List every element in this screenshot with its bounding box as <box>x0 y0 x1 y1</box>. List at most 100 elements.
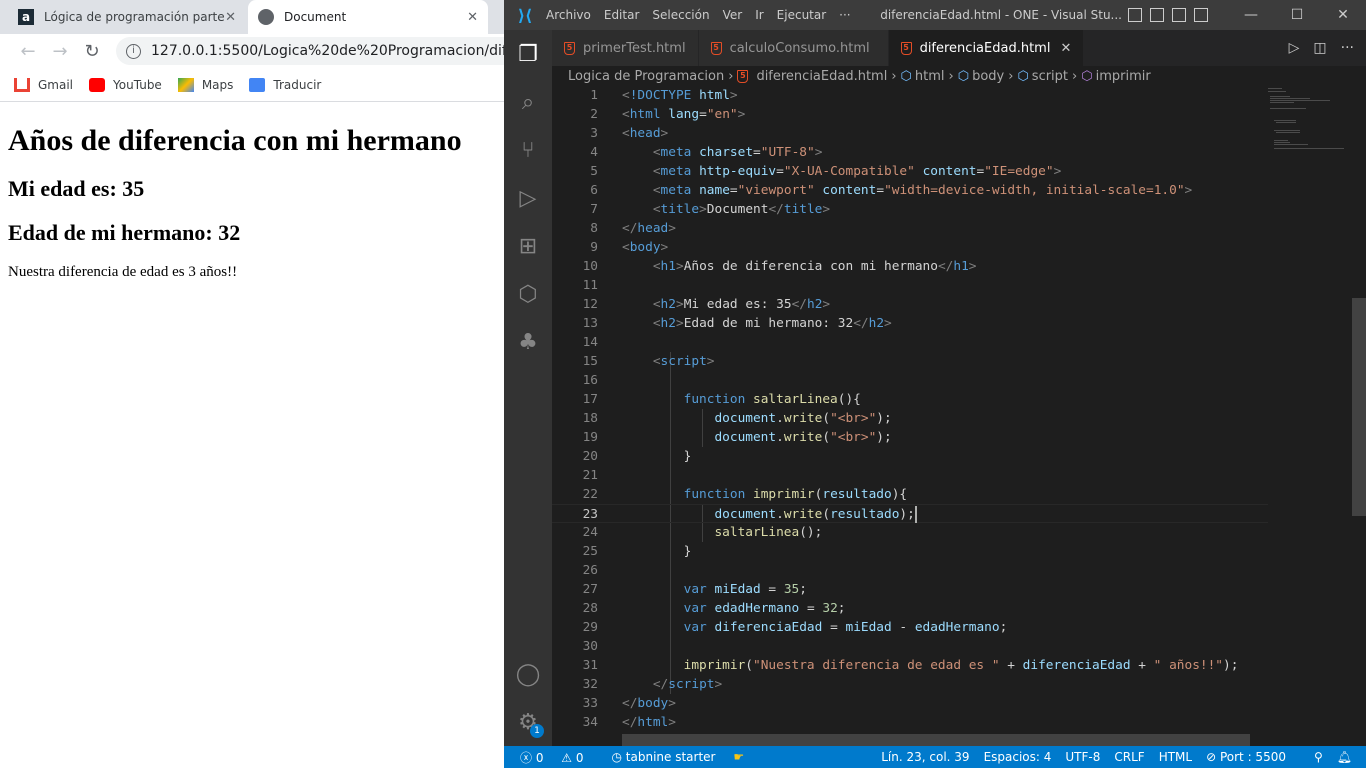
live-server-port[interactable]: ⊘ Port : 5500 <box>1206 750 1300 764</box>
code-line[interactable]: 16 <box>552 371 1268 390</box>
code-line[interactable]: 23 document.write(resultado); <box>552 504 1268 523</box>
code-line[interactable]: 31 imprimir("Nuestra diferencia de edad … <box>552 656 1268 675</box>
breadcrumb-imprimir[interactable]: imprimir <box>1096 69 1151 84</box>
explorer-icon[interactable]: ❐ <box>504 30 552 78</box>
code-line[interactable]: 15 <script> <box>552 352 1268 371</box>
code-line[interactable]: 9 <body> <box>552 238 1268 257</box>
indentation[interactable]: Espacios: 4 <box>984 750 1052 764</box>
code-line[interactable]: 1 <!DOCTYPE html> <box>552 86 1268 105</box>
encoding[interactable]: UTF-8 <box>1065 750 1100 764</box>
bookmark-maps[interactable]: Maps <box>177 77 233 92</box>
run-icon[interactable]: ▷ <box>1289 40 1300 56</box>
code-line[interactable]: 10 <h1>Años de diferencia con mi hermano… <box>552 257 1268 276</box>
toggle-secondary-sidebar-icon[interactable] <box>1172 8 1186 22</box>
code-line[interactable]: 19 document.write("<br>"); <box>552 428 1268 447</box>
menu-more[interactable]: ··· <box>839 8 850 22</box>
breadcrumb-file[interactable]: diferenciaEdad.html <box>756 69 887 84</box>
breadcrumb-body[interactable]: body <box>972 69 1004 84</box>
vertical-scrollbar[interactable] <box>1352 86 1366 734</box>
code-line[interactable]: 30 <box>552 637 1268 656</box>
language-mode[interactable]: HTML <box>1159 750 1192 764</box>
url-bar[interactable]: i 127.0.0.1:5500/Logica%20de%20Programac… <box>116 37 504 65</box>
bookmark-gmail[interactable]: Gmail <box>14 77 73 92</box>
code-line[interactable]: 27 var miEdad = 35; <box>552 580 1268 599</box>
code-line[interactable]: 21 <box>552 466 1268 485</box>
maximize-icon[interactable]: ☐ <box>1274 7 1320 23</box>
close-window-icon[interactable]: ✕ <box>1320 7 1366 23</box>
menu-ir[interactable]: Ir <box>755 8 763 22</box>
tabnine-status[interactable]: ◷ tabnine starter ☛ <box>612 750 759 764</box>
python-icon[interactable]: ♣ <box>504 318 552 366</box>
horizontal-scrollbar[interactable] <box>622 734 1250 746</box>
browser-tab-document[interactable]: Document ✕ <box>248 0 488 34</box>
forward-arrow-icon[interactable]: → <box>44 41 76 62</box>
browser-tab-alura[interactable]: a Lógica de programación parte 1: ✕ <box>8 0 246 34</box>
code-line[interactable]: 12 <h2>Mi edad es: 35</h2> <box>552 295 1268 314</box>
code-line[interactable]: 26 <box>552 561 1268 580</box>
code-line[interactable]: 25 } <box>552 542 1268 561</box>
code-line[interactable]: 2 <html lang="en"> <box>552 105 1268 124</box>
code-line[interactable]: 5 <meta http-equiv="X-UA-Compatible" con… <box>552 162 1268 181</box>
toggle-panel-icon[interactable] <box>1150 8 1164 22</box>
code-line[interactable]: 7 <title>Document</title> <box>552 200 1268 219</box>
back-arrow-icon[interactable]: ← <box>12 41 44 62</box>
line-ending[interactable]: CRLF <box>1114 750 1144 764</box>
settings-gear-icon[interactable]: ⚙ 1 <box>504 698 552 746</box>
code-editor[interactable]: 1 <!DOCTYPE html> 2 <html lang="en"> 3 <head>… <box>552 86 1268 734</box>
code-line[interactable]: 11 <box>552 276 1268 295</box>
remote-explorer-icon[interactable]: ⬡ <box>504 270 552 318</box>
bookmark-youtube[interactable]: YouTube <box>89 77 162 92</box>
breadcrumb-folder[interactable]: Logica de Programacion <box>568 69 724 84</box>
notifications-bell-icon[interactable]: 🔔︎ <box>1337 750 1352 764</box>
account-icon[interactable]: ◯ <box>504 650 552 698</box>
tab-calculoconsumo[interactable]: 5 calculoConsumo.html <box>698 30 889 66</box>
tab-diferenciaedad[interactable]: 5 diferenciaEdad.html ✕ <box>888 30 1085 66</box>
toggle-sidebar-icon[interactable] <box>1128 8 1142 22</box>
breadcrumb-script[interactable]: script <box>1032 69 1068 84</box>
cursor-position[interactable]: Lín. 23, col. 39 <box>881 750 969 764</box>
minimize-icon[interactable]: — <box>1228 7 1274 23</box>
extensions-icon[interactable]: ⊞ <box>504 222 552 270</box>
feedback-icon[interactable]: ⚲ <box>1314 750 1323 764</box>
source-control-icon[interactable]: ⑂ <box>504 126 552 174</box>
code-token: > <box>668 696 676 711</box>
problems-indicator[interactable]: ⓧ 0 ⚠ 0 <box>520 749 598 766</box>
minimap[interactable] <box>1268 86 1352 166</box>
menu-ver[interactable]: Ver <box>723 8 743 22</box>
code-line[interactable]: 6 <meta name="viewport" content="width=d… <box>552 181 1268 200</box>
code-line[interactable]: 28 var edadHermano = 32; <box>552 599 1268 618</box>
info-icon[interactable]: i <box>126 43 141 59</box>
code-line[interactable]: 20 } <box>552 447 1268 466</box>
code-token: </ <box>791 297 807 312</box>
code-line[interactable]: 4 <meta charset="UTF-8"> <box>552 143 1268 162</box>
code-line[interactable]: 17 function saltarLinea(){ <box>552 390 1268 409</box>
menu-ejecutar[interactable]: Ejecutar <box>777 8 827 22</box>
code-line[interactable]: 24 saltarLinea(); <box>552 523 1268 542</box>
code-line[interactable]: 29 var diferenciaEdad = miEdad - edadHer… <box>552 618 1268 637</box>
code-line[interactable]: 14 <box>552 333 1268 352</box>
code-line[interactable]: 8 </head> <box>552 219 1268 238</box>
tab-primertest[interactable]: 5 primerTest.html <box>552 30 699 66</box>
more-actions-icon[interactable]: ··· <box>1341 40 1354 56</box>
code-line[interactable]: 13 <h2>Edad de mi hermano: 32</h2> <box>552 314 1268 333</box>
menu-seleccion[interactable]: Selección <box>652 8 709 22</box>
reload-icon[interactable]: ↻ <box>76 41 108 62</box>
code-line[interactable]: 22 function imprimir(resultado){ <box>552 485 1268 504</box>
menu-archivo[interactable]: Archivo <box>546 8 591 22</box>
run-debug-icon[interactable]: ▷ <box>504 174 552 222</box>
code-line[interactable]: 33 </body> <box>552 694 1268 713</box>
url-text[interactable]: 127.0.0.1:5500/Logica%20de%20Programacio… <box>151 43 504 59</box>
bookmark-traducir[interactable]: Traducir <box>249 77 321 92</box>
code-line[interactable]: 18 document.write("<br>"); <box>552 409 1268 428</box>
close-tab-icon[interactable]: ✕ <box>225 10 236 25</box>
search-icon[interactable]: ⌕ <box>504 78 552 126</box>
split-editor-icon[interactable]: ◫ <box>1313 40 1326 56</box>
code-line[interactable]: 32 </script> <box>552 675 1268 694</box>
close-tab-icon[interactable]: ✕ <box>467 10 478 25</box>
code-line[interactable]: 3 <head> <box>552 124 1268 143</box>
close-tab-icon[interactable]: ✕ <box>1060 41 1071 56</box>
customize-layout-icon[interactable] <box>1194 8 1208 22</box>
menu-editar[interactable]: Editar <box>604 8 640 22</box>
breadcrumb-html[interactable]: html <box>915 69 945 84</box>
code-line[interactable]: 34 </html> <box>552 713 1268 732</box>
